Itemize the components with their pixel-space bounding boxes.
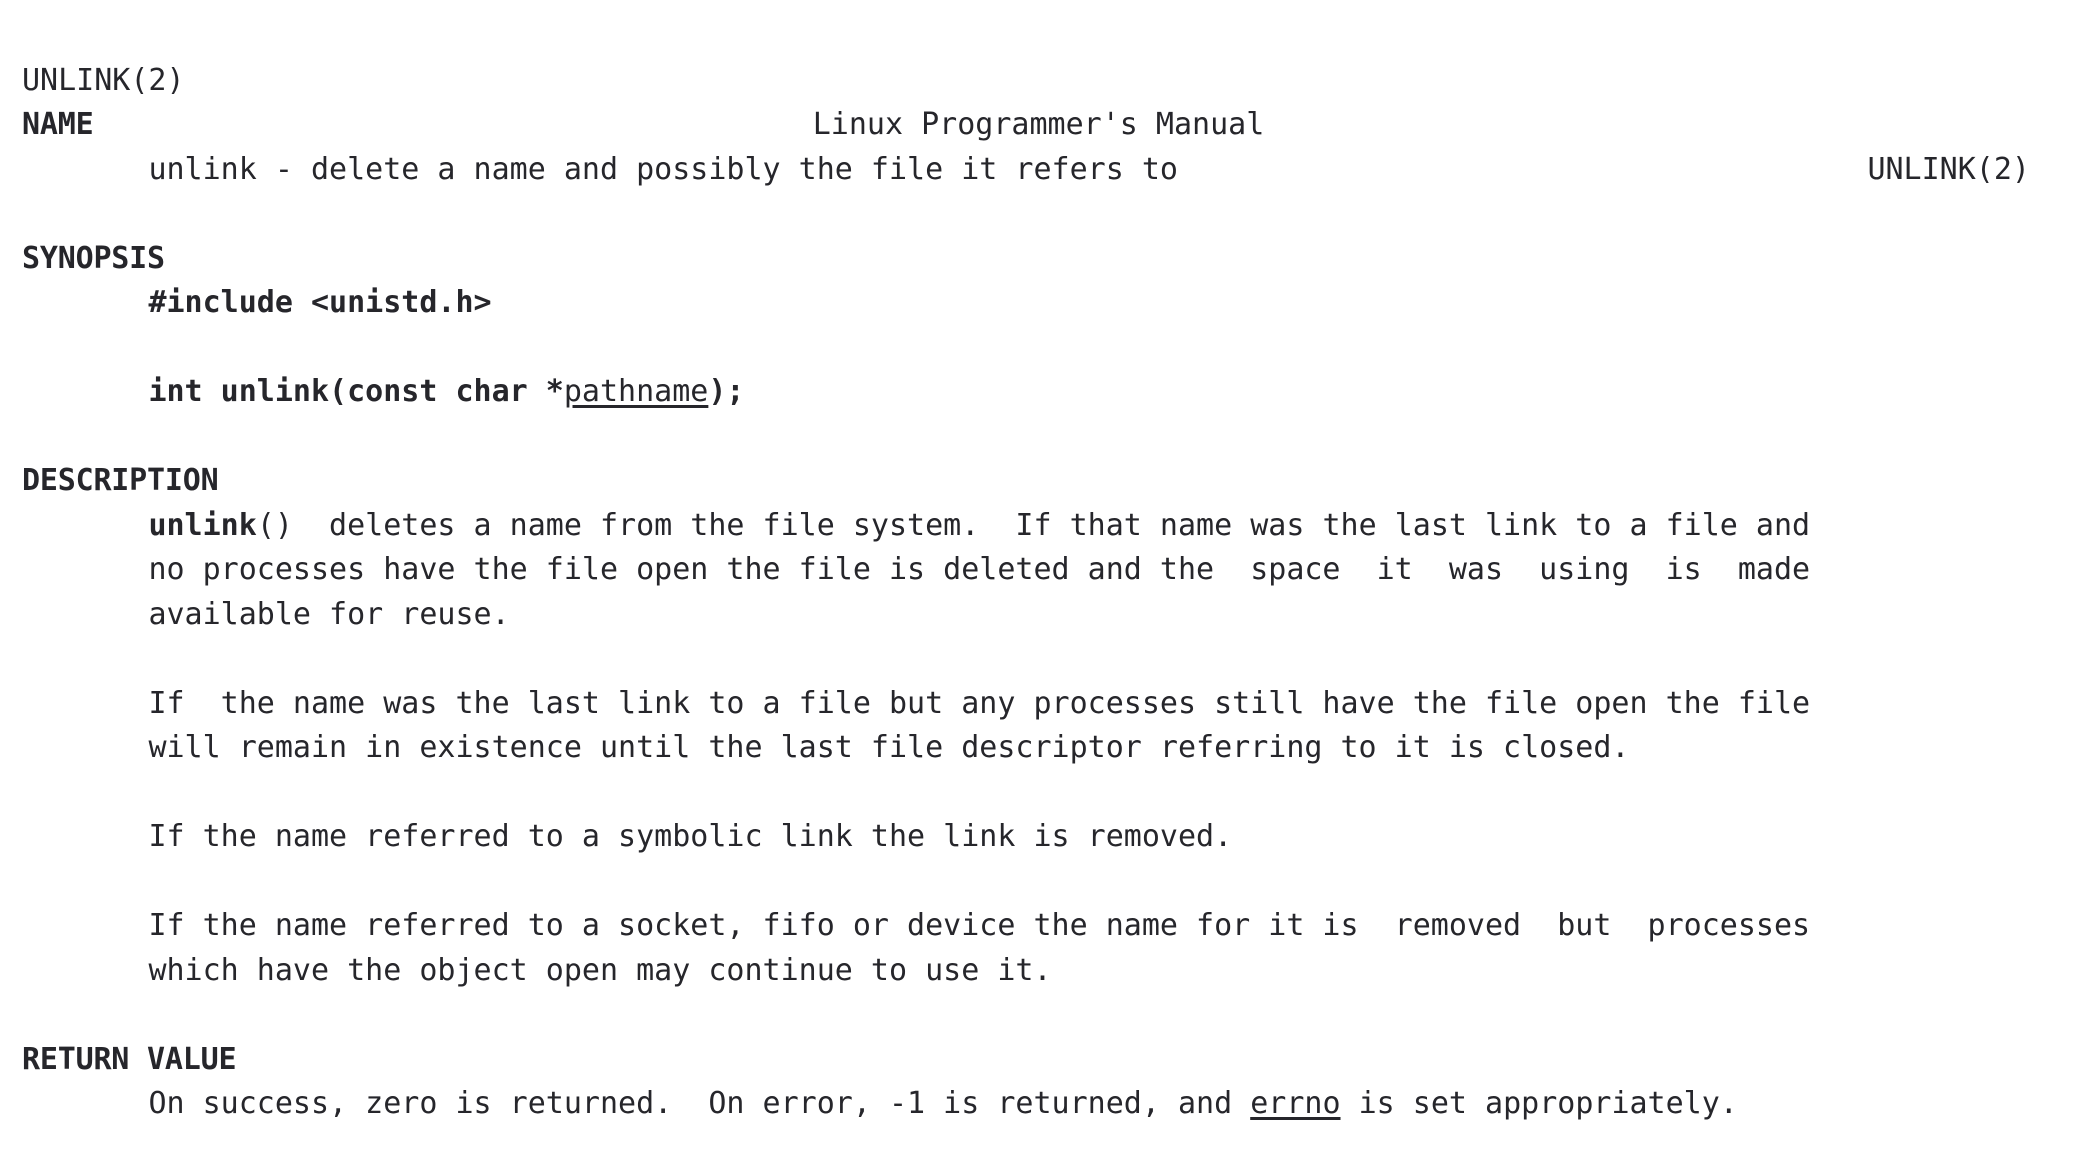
- description-line-text: will remain in existence until the last …: [148, 730, 1630, 765]
- func-parens: (): [256, 507, 293, 543]
- synopsis-prototype-line: int unlink(const char *pathname);: [0, 370, 2077, 415]
- description-line: which have the object open may continue …: [0, 949, 2077, 994]
- description-line-text: If the name was the last link to a file …: [148, 685, 1811, 721]
- description-line: unlink() deletes a name from the file sy…: [0, 504, 2077, 549]
- section-heading-description: DESCRIPTION: [22, 463, 219, 498]
- synopsis-include-line: #include <unistd.h>: [0, 281, 2077, 326]
- description-line-text: If the name referred to a socket, fifo o…: [148, 908, 1811, 943]
- errno-identifier: errno: [1250, 1086, 1341, 1121]
- prototype-prefix: int unlink(const char *: [148, 374, 564, 409]
- description-line: available for reuse.: [0, 593, 2077, 638]
- description-line: If the name referred to a symbolic link …: [0, 815, 2077, 860]
- header-right-title: UNLINK(2): [1867, 151, 2030, 187]
- description-line-text: If the name referred to a symbolic link …: [148, 819, 1233, 854]
- description-line-text: which have the object open may continue …: [148, 952, 1052, 988]
- section-heading-return-value: RETURN VALUE: [22, 1041, 237, 1077]
- return-value-post: is set appropriately.: [1340, 1086, 1738, 1121]
- description-line: If the name referred to a socket, fifo o…: [0, 904, 2077, 949]
- prototype-parameter: pathname: [563, 374, 709, 409]
- name-description-text: unlink - delete a name and possibly the …: [148, 151, 1178, 187]
- man-page-header: UNLINK(2) Linux Programmer's Manual UNLI…: [0, 14, 2077, 187]
- description-line: If the name was the last link to a file …: [0, 682, 2077, 727]
- return-value-pre: On success, zero is returned. On error, …: [148, 1086, 1251, 1121]
- prototype-suffix: );: [708, 374, 745, 409]
- header-left-title: UNLINK(2): [22, 62, 185, 98]
- section-heading-synopsis: SYNOPSIS: [22, 240, 165, 276]
- man-page: UNLINK(2) Linux Programmer's Manual UNLI…: [0, 14, 2077, 1154]
- func-name-bold: unlink: [148, 507, 257, 543]
- description-line-text: available for reuse.: [148, 596, 510, 632]
- description-line-rest: deletes a name from the file system. If …: [292, 507, 1811, 543]
- return-value-line: On success, zero is returned. On error, …: [0, 1082, 2077, 1127]
- header-center-title: Linux Programmer's Manual: [812, 107, 1265, 142]
- include-directive: #include <unistd.h>: [148, 285, 492, 320]
- description-line-text: no processes have the file open the file…: [148, 552, 1811, 587]
- description-line: will remain in existence until the last …: [0, 726, 2077, 771]
- name-description-line: unlink - delete a name and possibly the …: [0, 148, 2077, 193]
- description-line: no processes have the file open the file…: [0, 548, 2077, 593]
